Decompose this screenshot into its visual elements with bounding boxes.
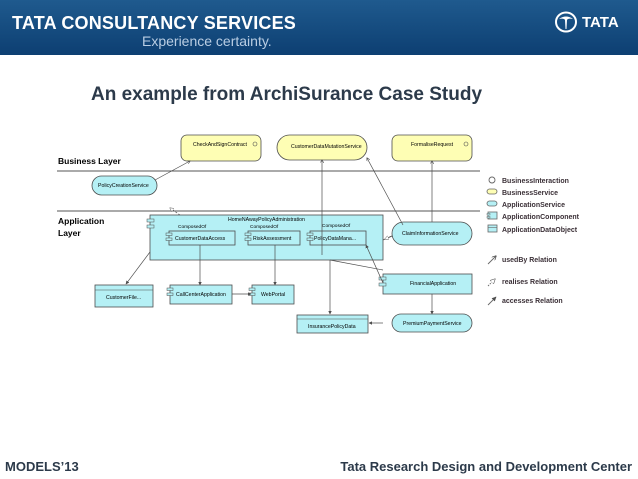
brand-name: TATA xyxy=(582,14,619,31)
check-and-sign-contract-label: CheckAndSignContract xyxy=(193,142,247,148)
accesses-arrow-icon xyxy=(487,296,497,306)
application-component-icon xyxy=(165,232,173,236)
application-component-icon xyxy=(146,218,155,223)
web-portal-label: WebPortal xyxy=(261,292,285,298)
company-name: TATA CONSULTANCY SERVICES xyxy=(12,13,297,33)
realises-arrow-icon xyxy=(487,279,495,287)
financial-application-label: FinancialApplication xyxy=(410,281,456,287)
application-component-icon xyxy=(378,282,387,287)
composed-of-label-1: ComposedOf xyxy=(178,224,207,230)
legend-label: ApplicationComponent xyxy=(502,214,580,221)
formalise-request-label: FormaliseRequest xyxy=(411,142,454,148)
legend-label: usedBy Relation xyxy=(502,257,557,264)
business-service-icon xyxy=(486,188,498,195)
usedby-arrow-icon xyxy=(487,256,496,265)
realises-arrow xyxy=(385,236,393,239)
application-component-icon xyxy=(486,216,491,219)
archisurance-diagram: Business Layer Application Layer CheckAn… xyxy=(57,134,580,334)
application-component-icon xyxy=(378,276,387,281)
application-service-icon xyxy=(486,200,498,207)
composed-of-label-3: ComposedOf xyxy=(322,223,351,229)
application-layer-label-line2: Layer xyxy=(58,228,81,238)
application-layer-label-line1: Application xyxy=(58,216,104,226)
application-component-icon xyxy=(306,232,314,236)
application-component-icon xyxy=(166,287,174,291)
check-and-sign-contract-node xyxy=(180,134,262,162)
customer-data-access-label: CustomerDataAccess xyxy=(175,236,226,242)
legend-label: BusinessService xyxy=(502,190,558,197)
risk-assessment-label: RiskAssessment xyxy=(253,236,292,242)
header-bar: TATA CONSULTANCY SERVICES Experience cer… xyxy=(0,0,638,55)
application-component-icon xyxy=(166,292,174,296)
premium-payment-service-label: PremiumPaymentService xyxy=(403,321,462,327)
legend-label: ApplicationService xyxy=(502,202,565,209)
application-component-icon xyxy=(486,213,491,216)
legend-label: realises Relation xyxy=(502,279,558,286)
business-interaction-icon xyxy=(488,176,496,184)
legend-label: accesses Relation xyxy=(502,298,563,305)
application-component-icon xyxy=(244,232,252,236)
policy-data-management-label: PolicyDataMana... xyxy=(314,236,356,242)
homenaway-policy-administration-label: HomeNAwayPolicyAdministration xyxy=(228,217,305,223)
composed-of-label-2: ComposedOf xyxy=(250,224,279,230)
application-component-icon xyxy=(306,237,314,241)
application-data-object-icon xyxy=(487,224,498,233)
company-tagline: Experience certainty. xyxy=(142,33,272,49)
application-component-icon xyxy=(165,237,173,241)
accesses-relation-line xyxy=(125,251,151,285)
legend: BusinessInteraction BusinessService Appl… xyxy=(486,176,580,306)
policy-creation-service-label: PolicyCreationService xyxy=(98,183,149,189)
legend-label: ApplicationDataObject xyxy=(502,227,578,234)
formalise-request-node xyxy=(391,134,473,162)
footer-organization: Tata Research Design and Development Cen… xyxy=(340,459,632,474)
slide-title: An example from ArchiSurance Case Study xyxy=(91,84,483,105)
application-component-icon xyxy=(244,237,252,241)
footer-conference: MODELS’13 xyxy=(5,459,79,474)
claim-information-service-label: ClaimInformationService xyxy=(402,231,459,237)
application-component-icon xyxy=(146,224,155,229)
business-layer-label: Business Layer xyxy=(58,156,122,166)
tata-logo-icon xyxy=(555,11,577,33)
legend-label: BusinessInteraction xyxy=(502,178,569,185)
customer-data-mutation-service-label: CustomerDataMutationService xyxy=(291,144,362,150)
call-center-application-label: CallCenterApplication xyxy=(176,292,226,298)
application-component-icon xyxy=(248,287,256,291)
insurance-policy-data-label: InsurancePolicyData xyxy=(308,324,356,330)
customer-file-data-label: CustomerFile... xyxy=(106,295,141,301)
